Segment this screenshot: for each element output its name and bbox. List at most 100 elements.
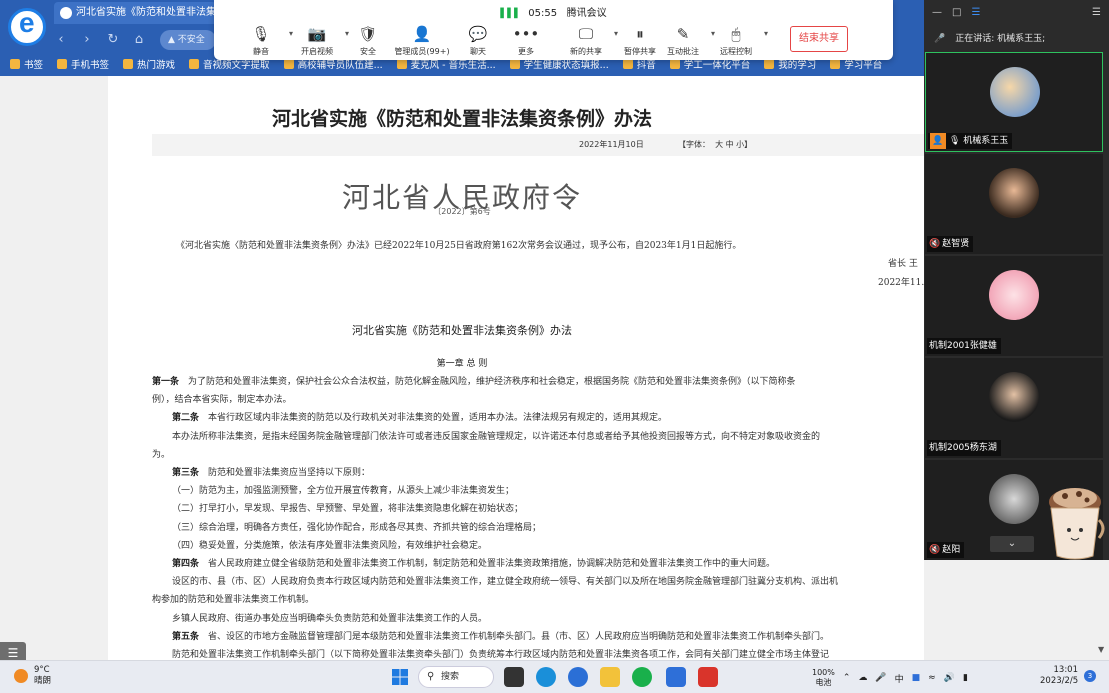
battery-label: 电池 xyxy=(815,678,832,687)
participant-tile[interactable]: 机制2005杨东湖 xyxy=(925,358,1103,458)
home-icon[interactable]: ⌂ xyxy=(132,32,146,47)
scroll-down-icon[interactable]: ▼ xyxy=(1098,645,1104,654)
layout-icon[interactable]: ☰ xyxy=(971,7,980,18)
cloud-icon[interactable]: ☁ xyxy=(858,673,867,683)
browser-nav: ‹ › ↻ ⌂ xyxy=(54,28,146,50)
windows-start-icon[interactable] xyxy=(392,669,408,685)
caret-down-icon[interactable]: ▾ xyxy=(764,29,768,38)
mic-muted-icon: 🔇 xyxy=(929,545,941,555)
meeting-button[interactable]: 👤 管理成员(99+) xyxy=(394,24,450,57)
app-tray-icon[interactable]: ■ xyxy=(912,673,921,683)
weather-desc: 晴朗 xyxy=(34,676,52,686)
meeting-button[interactable]: 🛡 安全 xyxy=(340,24,396,57)
meeting-button[interactable]: ✎ ▾ 互动批注 xyxy=(655,24,715,57)
list-menu-icon[interactable]: ☰ xyxy=(0,642,26,660)
paragraph-text: （三）综合治理，明确各方责任，强化协作配合，形成各尽其责、齐抓共管的综合治理格局… xyxy=(172,522,542,533)
article-number: 第一条 xyxy=(152,377,180,387)
meeting-button-label: 聊天 xyxy=(470,47,486,56)
more-icon: ••• xyxy=(512,25,540,43)
forward-icon[interactable]: › xyxy=(80,32,94,47)
panel-menu-icon[interactable]: ☰ xyxy=(1092,7,1101,18)
participant-tile[interactable]: 机制2001张健雄 xyxy=(925,256,1103,356)
paragraph-text: 为了防范和处置非法集资，保护社会公众合法权益，防范化解金融风险，维护经济秩序和社… xyxy=(188,377,796,387)
wechat-icon[interactable] xyxy=(632,667,652,687)
search-label: 搜索 xyxy=(441,672,460,682)
browser-tab[interactable]: 河北省实施《防范和处置非法集资... xyxy=(54,2,216,24)
refresh-icon[interactable]: ↻ xyxy=(106,32,120,47)
bookmark-label: 书签 xyxy=(24,60,44,71)
chapter-heading: 第一章 总 则 xyxy=(436,359,488,369)
volume-icon[interactable]: 🔊 xyxy=(944,673,955,683)
bookmark-icon xyxy=(396,59,407,69)
tencent-meeting-icon[interactable] xyxy=(666,667,686,687)
address-bar[interactable]: ▲ 不安全 xyxy=(160,30,216,50)
paragraph-text: 构参加的防范和处置非法集资工作机制。 xyxy=(152,595,315,606)
participant-tile[interactable]: 👤 🎙 机械系王玉 xyxy=(925,52,1103,152)
bookmark-item[interactable]: 书签 xyxy=(10,57,43,71)
battery-icon[interactable]: ▮ xyxy=(963,673,968,683)
paragraph: 第二条 本省行政区域内非法集资的防范以及行政机关对非法集资的处置，适用本办法。法… xyxy=(172,410,667,427)
weather-widget[interactable]: 9°C 晴朗 xyxy=(14,665,51,687)
shield-icon: 🛡 xyxy=(358,25,378,43)
clock[interactable]: 13:01 2023/2/5 xyxy=(1040,665,1078,687)
meeting-button[interactable]: 📷 ▾ 开启视频 xyxy=(289,24,349,57)
back-icon[interactable]: ‹ xyxy=(54,32,68,47)
article-number: 第五条 xyxy=(172,631,200,642)
task-view-icon[interactable] xyxy=(504,667,524,687)
paragraph-text: 例），结合本省实际，制定本办法。 xyxy=(152,395,292,406)
avatar xyxy=(990,67,1040,117)
font-size-choices[interactable]: 大 中 小】 xyxy=(715,140,752,149)
chevron-up-icon[interactable]: ⌃ xyxy=(843,673,851,683)
remote-icon: 🖱 xyxy=(731,25,741,43)
participant-tile[interactable]: 🔇 赵智贤 xyxy=(925,154,1103,254)
taskbar-search[interactable]: ⚲ 搜索 xyxy=(418,666,494,688)
bookmark-item[interactable]: 手机书签 xyxy=(57,57,109,71)
participant-name: 机械系王玉 xyxy=(963,136,1009,146)
weather-temp: 9°C xyxy=(34,665,50,675)
restore-icon[interactable]: □ xyxy=(952,7,961,18)
meeting-button[interactable]: ••• 更多 xyxy=(498,24,554,57)
article-number: 第二条 xyxy=(172,413,200,424)
file-explorer-icon[interactable] xyxy=(600,667,620,687)
mic-icon: 🎤 xyxy=(934,34,946,44)
speaking-label: 正在讲话: 机械系王玉; xyxy=(955,34,1046,44)
chevron-down-icon[interactable]: ⌄ xyxy=(990,536,1034,552)
wps-icon[interactable] xyxy=(698,667,718,687)
paragraph-text: 为。 xyxy=(152,449,171,460)
paragraph: 例），结合本省实际，制定本办法。 xyxy=(152,392,292,409)
meeting-button-label: 更多 xyxy=(518,47,534,56)
page-margin xyxy=(924,560,1109,660)
paragraph-text: 省、设区的市地方金融监督管理部门是本级防范和处置非法集资工作机制牵头部门。县（市… xyxy=(208,631,830,642)
paragraph-text: （一）防范为主，加强监测预警，全方位开展宣传教育，从源头上减少非法集资发生； xyxy=(172,486,515,497)
meeting-button-label: 管理成员(99+) xyxy=(394,47,450,56)
paragraph: 乡镇人民政府、街道办事处应当明确牵头负责防范和处置非法集资工作的人员。 xyxy=(172,611,487,628)
end-share-button[interactable]: 结束共享 xyxy=(790,26,848,52)
meeting-button[interactable]: 🎙 ▾ 静音 xyxy=(233,24,293,57)
paragraph: 构参加的防范和处置非法集资工作机制。 xyxy=(152,592,314,609)
sign-date: 2022年11. xyxy=(878,278,924,288)
wifi-icon[interactable]: ≈ xyxy=(928,673,936,683)
bookmark-icon xyxy=(622,59,633,69)
address-security: 不安全 xyxy=(177,35,205,45)
panel-window-controls: — □ ☰ ☰ xyxy=(924,0,1109,24)
document-viewport[interactable]: 河北省实施《防范和处置非法集资条例》办法 2022年11月10日 【字体： 大 … xyxy=(0,76,924,660)
paragraph-text: 防范和处置非法集资应当坚持以下原则： xyxy=(208,468,371,478)
meeting-button[interactable]: 🖱 ▾ 远程控制 xyxy=(708,24,768,57)
browser-logo-icon[interactable] xyxy=(8,7,46,46)
participant-name-tag: 👤 🎙 机械系王玉 xyxy=(928,133,1013,149)
bookmark-item[interactable]: 热门游戏 xyxy=(123,57,175,71)
host-icon: 👤 xyxy=(930,133,946,149)
notification-badge[interactable]: 3 xyxy=(1084,670,1096,682)
ime-icon[interactable]: 中 xyxy=(895,672,904,685)
minimize-icon[interactable]: — xyxy=(932,7,942,18)
mic-icon: 🎙 xyxy=(251,25,271,43)
meeting-button[interactable]: 🖵 ▾ 新的共享 xyxy=(558,24,618,57)
battery-indicator[interactable]: 100% 电池 xyxy=(812,668,835,688)
paragraph: （三）综合治理，明确各方责任，强化协作配合，形成各尽其责、齐抓共管的综合治理格局… xyxy=(172,520,541,537)
ie-browser-icon[interactable] xyxy=(568,667,588,687)
mic-tray-icon[interactable]: 🎤 xyxy=(875,673,886,683)
font-size-options[interactable]: 【字体： 大 中 小】 xyxy=(678,134,752,156)
tab-favicon-icon xyxy=(60,7,72,19)
edge-icon[interactable] xyxy=(536,667,556,687)
article-number: 第四条 xyxy=(172,559,200,569)
